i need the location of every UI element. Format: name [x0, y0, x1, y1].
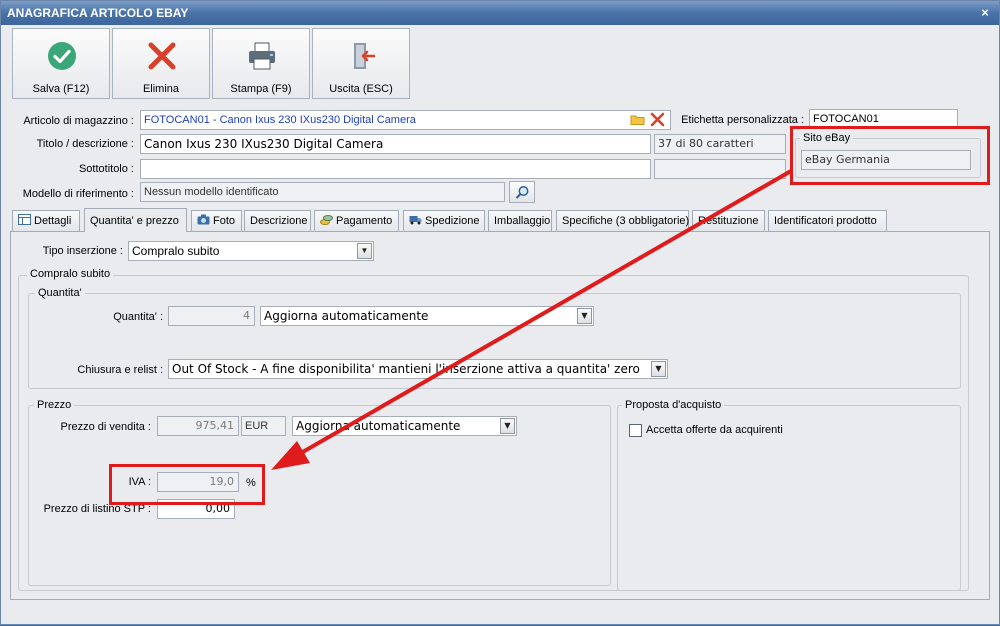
article-window: ANAGRAFICA ARTICOLO EBAY × Salva (F12) E… [0, 0, 1000, 625]
tab-specifiche-label: Specifiche (3 obbligatorie) [562, 215, 690, 227]
camera-icon [197, 214, 210, 225]
tab-quantita-prezzo[interactable]: Quantita' e prezzo [84, 208, 187, 232]
window-titlebar: ANAGRAFICA ARTICOLO EBAY × [1, 1, 999, 25]
prezzo-vendita-value: 975,41 [195, 419, 235, 432]
quantita-group-title: Quantita' [35, 287, 85, 299]
prezzo-vendita-label: Prezzo di vendita : [60, 421, 152, 433]
proposta-group-title: Proposta d'acquisto [622, 399, 725, 411]
tab-spedizione[interactable]: Spedizione [403, 210, 485, 231]
tab-spedizione-label: Spedizione [425, 215, 480, 227]
etichetta-label: Etichetta personalizzata : [681, 114, 804, 126]
titolo-value: Canon Ixus 230 IXus230 Digital Camera [144, 137, 384, 151]
quantita-value: 4 [243, 309, 250, 322]
annotation-box-iva [109, 464, 265, 505]
tab-descrizione-label: Descrizione [250, 215, 308, 227]
etichetta-value: FOTOCAN01 [813, 113, 879, 125]
chevron-down-icon[interactable]: ▼ [651, 361, 666, 377]
currency-value: EUR [245, 420, 269, 432]
delete-button[interactable]: Elimina [112, 28, 210, 99]
save-button-label: Salva (F12) [32, 83, 90, 95]
delete-button-label: Elimina [142, 83, 180, 95]
folder-open-icon[interactable] [630, 113, 645, 126]
compralo-subito-title: Compralo subito [27, 268, 114, 280]
search-modello-button[interactable] [509, 181, 535, 203]
tab-quantita-prezzo-label: Quantita' e prezzo [90, 215, 179, 227]
table-icon [18, 214, 31, 225]
close-window-button[interactable]: × [977, 5, 993, 21]
quantita-mode-value: Aggiorna automaticamente [264, 309, 429, 323]
tab-foto[interactable]: Foto [191, 210, 242, 231]
prezzo-vendita-field[interactable]: 975,41 [157, 416, 239, 436]
quantita-field[interactable]: 4 [168, 306, 255, 326]
titolo-label: Titolo / descrizione : [36, 138, 134, 150]
tab-descrizione[interactable]: Descrizione [244, 210, 311, 231]
accetta-offerte-label: Accetta offerte da acquirenti [646, 424, 783, 436]
annotation-box-sito [790, 126, 990, 185]
prezzo-mode-value: Aggiorna automaticamente [296, 419, 461, 433]
tipo-inserzione-value: Compralo subito [132, 244, 220, 258]
tab-identificatori-label: Identificatori prodotto [774, 215, 877, 227]
quantita-mode-select[interactable]: Aggiorna automaticamente ▼ [260, 306, 594, 326]
titolo-counter-text: 37 di 80 caratteri [658, 137, 754, 150]
sottotitolo-field[interactable] [140, 159, 651, 179]
tab-foto-label: Foto [213, 215, 236, 227]
sottotitolo-counter [654, 159, 786, 179]
check-circle-icon [48, 42, 76, 70]
tab-imballaggio[interactable]: Imballaggio [488, 210, 552, 231]
red-x-icon [148, 42, 176, 70]
tab-dettagli-label: Dettagli [34, 215, 72, 227]
chevron-down-icon[interactable]: ▼ [357, 243, 372, 259]
accetta-offerte-checkbox[interactable] [629, 424, 642, 437]
tab-imballaggio-label: Imballaggio [494, 215, 551, 227]
truck-icon [409, 216, 422, 225]
printer-icon [249, 42, 275, 70]
tipo-inserzione-label: Tipo inserzione : [42, 245, 123, 257]
print-button-label: Stampa (F9) [230, 83, 292, 95]
modello-field: Nessun modello identificato [140, 182, 505, 202]
tab-dettagli[interactable]: Dettagli [12, 210, 80, 231]
titolo-counter: 37 di 80 caratteri [654, 134, 786, 154]
quantita-label: Quantita' : [113, 311, 163, 323]
tab-restituzione[interactable]: Restituzione [692, 210, 765, 231]
articolo-label: Articolo di magazzino : [23, 115, 134, 127]
articolo-field[interactable]: FOTOCAN01 - Canon Ixus 230 IXus230 Digit… [140, 110, 671, 130]
titolo-field[interactable]: Canon Ixus 230 IXus230 Digital Camera [140, 134, 651, 154]
prezzo-mode-select[interactable]: Aggiorna automaticamente ▼ [292, 416, 517, 436]
magnifier-icon [515, 186, 529, 199]
chiusura-label: Chiusura e relist : [77, 364, 163, 376]
tab-restituzione-label: Restituzione [698, 215, 759, 227]
tipo-inserzione-select[interactable]: Compralo subito ▼ [128, 241, 374, 261]
currency-field: EUR [241, 416, 286, 436]
exit-button[interactable]: Uscita (ESC) [312, 28, 410, 99]
chiusura-value: Out Of Stock - A fine disponibilita' man… [172, 362, 640, 376]
window-title: ANAGRAFICA ARTICOLO EBAY [7, 6, 189, 20]
modello-label: Modello di riferimento : [22, 188, 134, 200]
chevron-down-icon[interactable]: ▼ [500, 418, 515, 434]
chiusura-select[interactable]: Out Of Stock - A fine disponibilita' man… [168, 359, 668, 379]
prezzo-group-title: Prezzo [34, 399, 75, 411]
tab-identificatori-prodotto[interactable]: Identificatori prodotto [768, 210, 887, 231]
modello-value: Nessun modello identificato [144, 186, 279, 198]
print-button[interactable]: Stampa (F9) [212, 28, 310, 99]
coins-icon [320, 215, 333, 225]
tab-pagamento-label: Pagamento [336, 215, 393, 227]
chevron-down-icon[interactable]: ▼ [577, 308, 592, 324]
save-button[interactable]: Salva (F12) [12, 28, 110, 99]
tab-specifiche[interactable]: Specifiche (3 obbligatorie) [556, 210, 689, 231]
sottotitolo-label: Sottotitolo : [78, 163, 134, 175]
tab-pagamento[interactable]: Pagamento [314, 210, 399, 231]
articolo-value: FOTOCAN01 - Canon Ixus 230 IXus230 Digit… [144, 114, 416, 126]
clear-x-icon[interactable] [650, 112, 665, 127]
exit-button-label: Uscita (ESC) [329, 83, 393, 95]
exit-door-icon [354, 43, 376, 69]
